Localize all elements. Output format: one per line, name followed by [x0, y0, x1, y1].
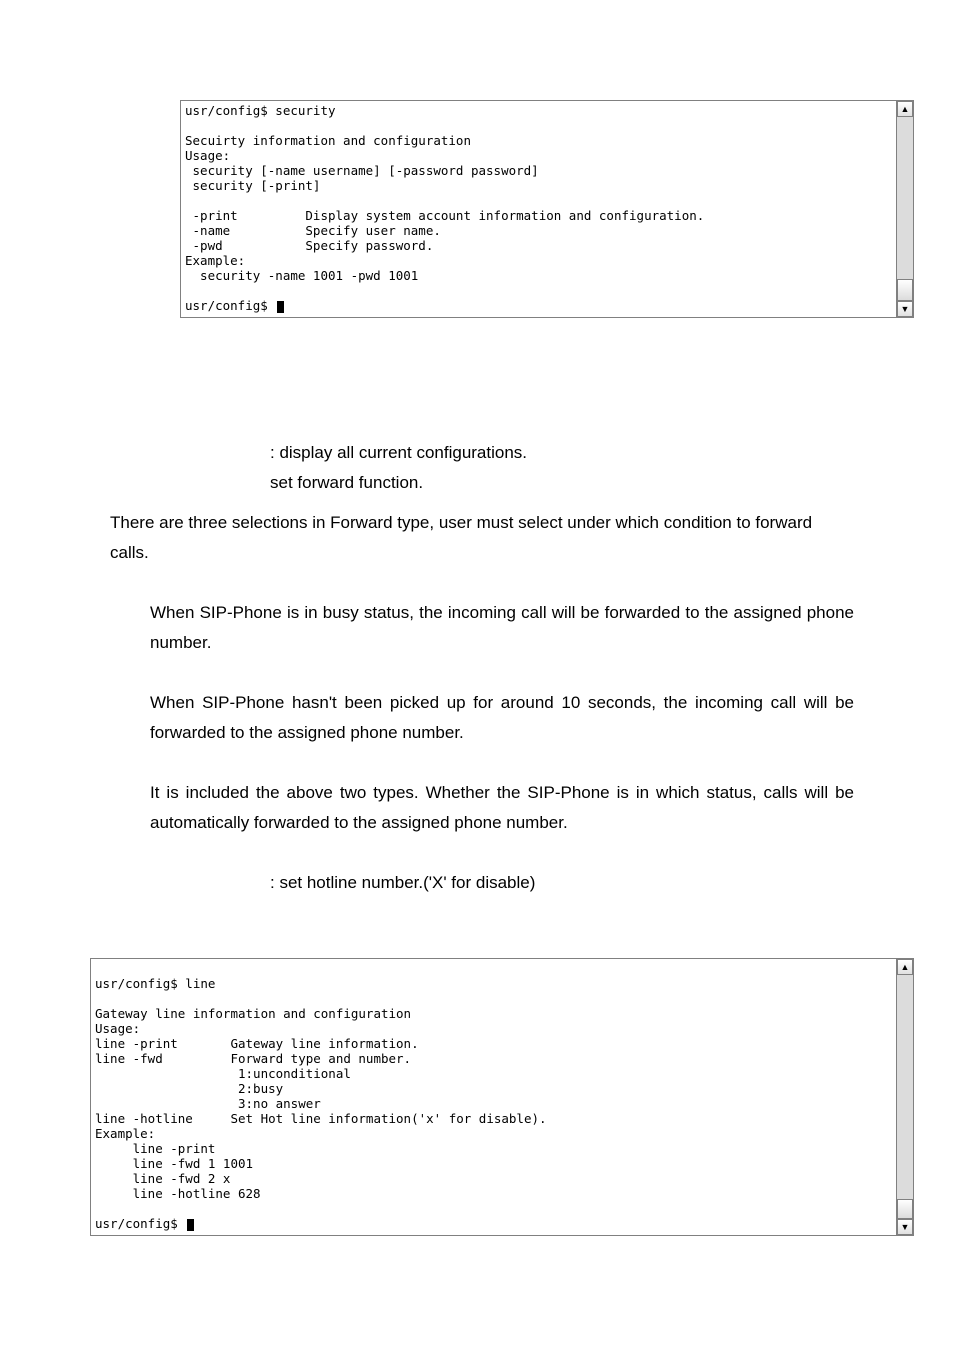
forward-noanswer: When SIP-Phone hasn't been picked up for… [150, 688, 854, 748]
terminal-line: usr/config$ line Gateway line informatio… [90, 958, 896, 1236]
cursor-icon [187, 1219, 194, 1231]
chevron-down-icon: ▼ [901, 305, 910, 314]
cursor-icon [277, 301, 284, 313]
terminal-security: usr/config$ security Secuirty informatio… [180, 100, 896, 318]
forward-intro: There are three selections in Forward ty… [110, 508, 854, 568]
scroll-thumb[interactable] [897, 279, 913, 301]
scroll-up-button[interactable]: ▲ [897, 101, 913, 117]
scroll-down-button[interactable]: ▼ [897, 1219, 913, 1235]
terminal-security-text: usr/config$ security Secuirty informatio… [185, 103, 704, 313]
terminal-line-text: usr/config$ line Gateway line informatio… [95, 976, 547, 1231]
chevron-down-icon: ▼ [901, 1223, 910, 1232]
scroll-thumb[interactable] [897, 1199, 913, 1219]
scroll-track[interactable] [897, 975, 913, 1219]
terminal-security-block: usr/config$ security Secuirty informatio… [180, 100, 914, 318]
forward-busy: When SIP-Phone is in busy status, the in… [150, 598, 854, 658]
print-definition: : display all current configurations. [270, 438, 854, 468]
chevron-up-icon: ▲ [901, 105, 910, 114]
scroll-up-button[interactable]: ▲ [897, 959, 913, 975]
terminal-line-block: usr/config$ line Gateway line informatio… [90, 958, 914, 1236]
fwd-definition: set forward function. [270, 468, 854, 498]
scrollbar[interactable]: ▲ ▼ [896, 100, 914, 318]
scroll-track[interactable] [897, 117, 913, 301]
scroll-down-button[interactable]: ▼ [897, 301, 913, 317]
scrollbar[interactable]: ▲ ▼ [896, 958, 914, 1236]
hotline-definition: : set hotline number.('X' for disable) [270, 868, 854, 898]
chevron-up-icon: ▲ [901, 963, 910, 972]
forward-unconditional: It is included the above two types. Whet… [150, 778, 854, 838]
